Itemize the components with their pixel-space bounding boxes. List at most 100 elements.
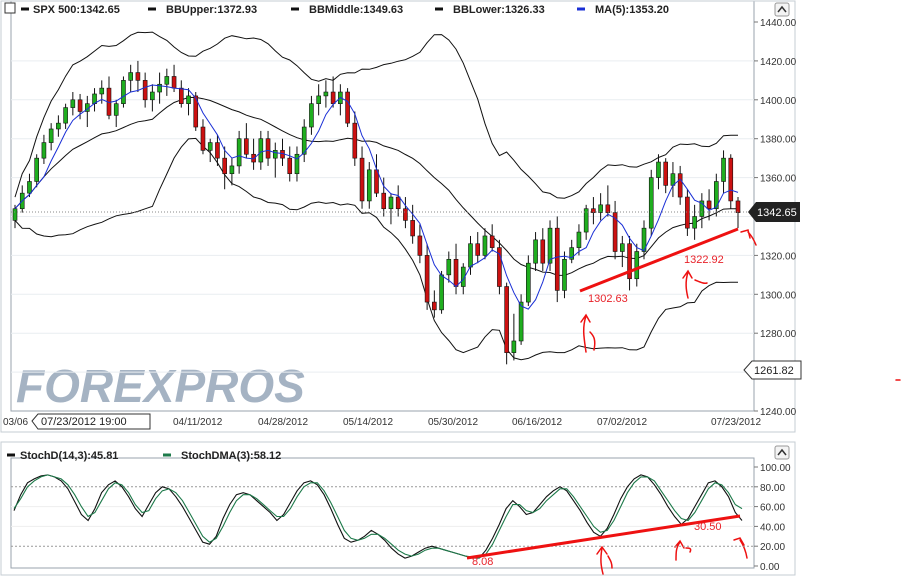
candle-body <box>215 142 220 159</box>
candle-body <box>287 157 293 175</box>
collapse-main-button[interactable] <box>774 2 790 17</box>
candle-body <box>562 258 567 291</box>
date-tick-label: 07/23/2012 <box>711 417 761 428</box>
candle-body <box>533 239 538 264</box>
candle-body <box>547 227 553 264</box>
candle <box>526 255 531 306</box>
candle-body <box>178 87 184 104</box>
candle-body <box>403 208 408 221</box>
candle-body <box>77 99 83 112</box>
candle <box>504 282 509 365</box>
candle-body <box>446 258 452 276</box>
candle-body <box>352 122 358 159</box>
stoch-tick-label: 0.00 <box>760 562 780 573</box>
candle-body <box>721 157 726 182</box>
annotation-stoch-low1: 8.08 <box>472 556 493 568</box>
min-price-badge: 1261.82 <box>743 360 802 380</box>
candle <box>728 154 734 209</box>
candle <box>518 294 524 345</box>
candle-body <box>186 95 191 104</box>
candle-body <box>345 91 350 124</box>
candle-body <box>424 255 430 303</box>
candle-body <box>316 95 321 104</box>
candle-body <box>258 138 264 163</box>
candle-body <box>142 80 148 101</box>
annotation-low2: 1322.92 <box>684 254 724 266</box>
candle-body <box>526 262 531 303</box>
date-tick-label: 05/30/2012 <box>428 417 478 428</box>
date-tick-label: 05/14/2012 <box>343 417 393 428</box>
annotation-low1: 1302.63 <box>588 293 628 305</box>
candle-body <box>113 103 119 116</box>
candle-body <box>410 220 415 237</box>
candle-body <box>330 91 336 104</box>
candle-body <box>265 138 271 159</box>
candle <box>497 239 502 295</box>
candle-body <box>605 204 611 213</box>
price-tick-label: 1360.00 <box>760 174 797 185</box>
candle-body <box>576 231 582 248</box>
legend-ma5: MA(5):1353.20 <box>595 4 669 16</box>
cursor-date-badge: 07/23/2012 19:00 <box>31 413 151 430</box>
candle-body <box>634 251 640 280</box>
annotation-stoch-low2: 30.50 <box>694 521 722 533</box>
price-tick-label: 1400.00 <box>760 96 797 107</box>
price-tick-label: 1300.00 <box>760 290 797 301</box>
candle-body <box>482 235 488 256</box>
candle-body <box>171 76 177 89</box>
last-price-label: 1342.65 <box>757 207 797 219</box>
candle-body <box>540 239 546 264</box>
legend-bbupper: BBUpper:1372.93 <box>166 4 257 16</box>
legend-spx: SPX 500:1342.65 <box>33 4 120 16</box>
candle <box>439 270 444 314</box>
candle-body <box>128 72 133 81</box>
candle-body <box>598 204 603 213</box>
candle-body <box>417 235 423 256</box>
candle-body <box>121 80 126 104</box>
date-tick-label: 04/28/2012 <box>258 417 308 428</box>
candle-body <box>70 99 76 108</box>
candle-body <box>150 91 155 101</box>
cursor-date-label: 07/23/2012 19:00 <box>41 416 127 428</box>
candle-body <box>359 157 365 202</box>
candle-body <box>27 181 32 194</box>
price-tick-label: 1280.00 <box>760 329 797 340</box>
candle-body <box>554 227 560 291</box>
legend-bblower: BBLower:1326.33 <box>453 4 545 16</box>
candle-body <box>309 103 314 128</box>
stoch-chart-frame <box>10 457 755 569</box>
candle-body <box>489 235 495 248</box>
candle-body <box>439 274 444 311</box>
candle-body <box>620 243 625 252</box>
stoch-axis: 100.00 80.00 60.00 40.00 20.00 0.00 <box>754 463 791 573</box>
cursor-box-icon[interactable] <box>4 2 16 14</box>
candle-body <box>692 216 697 229</box>
candle-body <box>735 200 741 213</box>
price-tick-label: 1380.00 <box>760 135 797 146</box>
chart-stage: FOREXPROS 1440.00 1420.00 1400.00 1380.00 13… <box>0 0 901 576</box>
candle-body <box>475 243 481 256</box>
candle-body <box>48 128 54 143</box>
candle-body <box>663 161 669 186</box>
candle-body <box>99 87 105 95</box>
candle-body <box>200 126 206 151</box>
candle-body <box>511 340 517 353</box>
candle <box>648 169 654 236</box>
candle-body <box>323 91 329 97</box>
watermark-logo: FOREXPROS <box>16 360 305 412</box>
candle-body <box>518 301 524 342</box>
candle-body <box>56 122 61 130</box>
candle-body <box>164 76 170 85</box>
candle-body <box>728 157 734 202</box>
candle-body <box>135 72 141 81</box>
stoch-tick-label: 60.00 <box>760 503 785 514</box>
candle-body <box>706 200 712 210</box>
candle-body <box>468 243 473 268</box>
candle-body <box>685 196 690 229</box>
candle-body <box>388 196 394 210</box>
candle-body <box>41 142 47 159</box>
collapse-stoch-button[interactable] <box>774 445 790 460</box>
candle-body <box>677 173 683 198</box>
legend-bbmiddle: BBMiddle:1349.63 <box>309 4 403 16</box>
candle-body <box>63 107 68 124</box>
